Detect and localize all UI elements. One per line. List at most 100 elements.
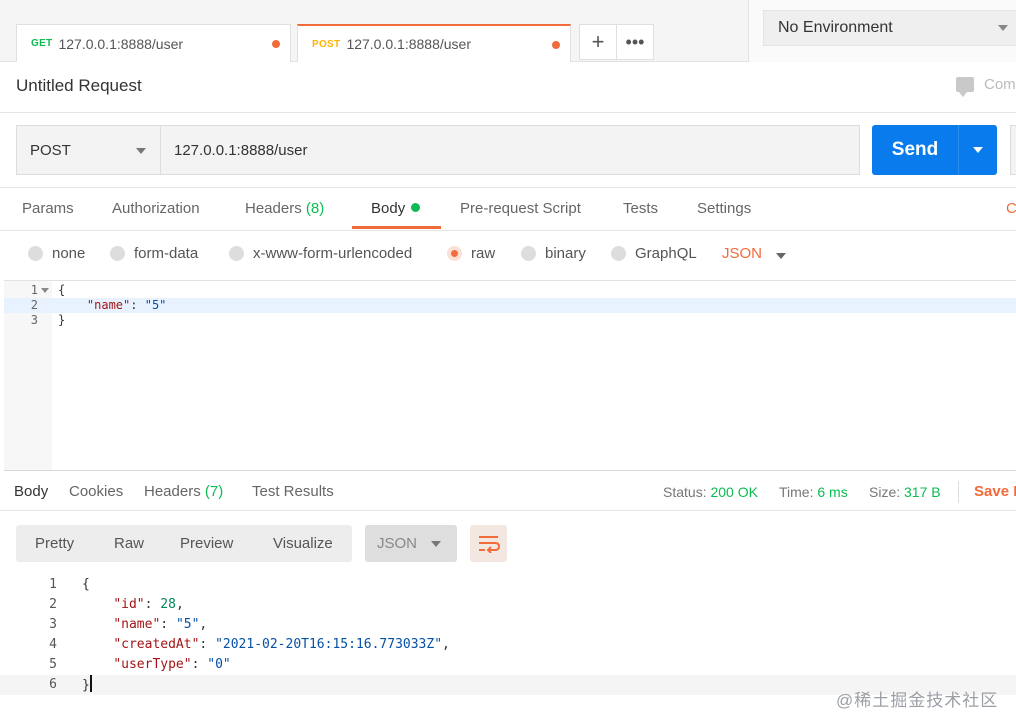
line-number: 3 — [49, 617, 57, 632]
tab-authorization[interactable]: Authorization — [112, 200, 200, 217]
json-brace: } — [82, 678, 90, 693]
tab-prerequest-script[interactable]: Pre-request Script — [460, 200, 581, 217]
more-tabs-button[interactable]: ••• — [616, 24, 654, 60]
code-line: 2 "name": "5" — [4, 298, 1016, 313]
tab-url: 127.0.0.1:8888/user — [346, 36, 471, 52]
view-preview[interactable]: Preview — [180, 535, 233, 552]
line-number: 2 — [30, 298, 38, 312]
radio-circle-icon — [229, 246, 244, 261]
time-meta[interactable]: Time: 6 ms — [779, 484, 848, 500]
comments-button[interactable]: Com — [956, 76, 1016, 97]
code-text: "name": "5" — [58, 298, 167, 313]
response-format-select[interactable]: JSON — [365, 525, 457, 562]
request-title[interactable]: Untitled Request — [16, 76, 142, 96]
wrap-lines-button[interactable] — [470, 525, 507, 562]
fold-arrow-icon[interactable] — [41, 288, 49, 293]
radio-circle-icon — [521, 246, 536, 261]
url-input[interactable] — [160, 125, 860, 175]
response-tab-test-results[interactable]: Test Results — [252, 483, 334, 500]
view-visualize[interactable]: Visualize — [273, 535, 333, 552]
size-value: 317 B — [904, 484, 941, 500]
body-format-select[interactable]: JSON — [722, 245, 762, 262]
line-number: 1 — [49, 577, 57, 592]
new-tab-button[interactable]: + — [579, 24, 617, 60]
method-label: POST — [30, 141, 71, 159]
environment-label: No Environment — [778, 19, 893, 36]
code-text: { — [82, 577, 90, 592]
send-button[interactable]: Send — [872, 125, 958, 175]
json-value: "2021-02-20T16:15:16.773033Z" — [215, 637, 443, 652]
chevron-down-icon — [431, 541, 441, 547]
status-meta[interactable]: Status: 200 OK — [663, 484, 758, 500]
response-tab-cookies[interactable]: Cookies — [69, 483, 123, 500]
save-response-button[interactable]: Save R — [974, 483, 1016, 500]
json-key: "name" — [86, 298, 131, 312]
code-text: "id": 28, — [113, 597, 184, 612]
time-label: Time: — [779, 484, 814, 500]
radio-circle-icon — [28, 246, 43, 261]
tab-body[interactable]: Body — [371, 200, 421, 217]
divider — [0, 112, 1016, 113]
radio-label: raw — [471, 245, 496, 262]
tab-params[interactable]: Params — [22, 200, 74, 217]
radio-graphql[interactable]: GraphQL — [611, 245, 697, 262]
radio-form-data[interactable]: form-data — [110, 245, 198, 262]
chevron-down-icon — [136, 148, 146, 154]
response-headers-count: (7) — [204, 483, 224, 500]
request-body-editor[interactable]: 1 { 2 "name": "5" 3 } — [4, 280, 1016, 470]
json-key: "userType" — [113, 657, 192, 672]
comments-label: Com — [984, 76, 1016, 93]
tab-get-user[interactable]: GET 127.0.0.1:8888/user — [16, 24, 291, 62]
size-meta[interactable]: Size: 317 B — [869, 484, 941, 500]
divider — [958, 481, 959, 503]
plus-icon: + — [591, 29, 605, 54]
code-line: 1 { — [4, 283, 1016, 298]
size-label: Size: — [869, 484, 901, 500]
request-tab-bar: GET 127.0.0.1:8888/user POST 127.0.0.1:8… — [0, 0, 748, 62]
response-headers-label: Headers — [144, 483, 201, 500]
chevron-down-icon[interactable] — [776, 253, 786, 259]
view-raw[interactable]: Raw — [114, 535, 144, 552]
radio-binary[interactable]: binary — [521, 245, 586, 262]
headers-count: (8) — [305, 200, 325, 217]
divider — [0, 230, 1016, 231]
environment-select[interactable]: No Environment — [763, 10, 1016, 46]
radio-label: x-www-form-urlencoded — [253, 245, 413, 262]
json-value: "5" — [144, 298, 167, 312]
json-key: "name" — [113, 617, 161, 632]
tab-post-user[interactable]: POST 127.0.0.1:8888/user — [297, 24, 571, 62]
code-line: 4 "createdAt": "2021-02-20T16:15:16.7730… — [0, 635, 1016, 655]
line-number: 2 — [49, 597, 57, 612]
radio-selected-icon — [447, 246, 462, 261]
cookies-link[interactable]: C — [1006, 200, 1016, 217]
line-number: 5 — [49, 657, 57, 672]
code-text: } — [82, 675, 92, 696]
radio-urlencoded[interactable]: x-www-form-urlencoded — [229, 245, 412, 262]
radio-raw[interactable]: raw — [447, 245, 495, 262]
tab-headers[interactable]: Headers (8) — [245, 200, 324, 217]
tab-settings[interactable]: Settings — [697, 200, 751, 217]
json-value: 28 — [160, 597, 176, 612]
code-text: } — [58, 313, 66, 327]
method-select[interactable]: POST — [16, 125, 161, 175]
response-tab-body[interactable]: Body — [14, 483, 48, 500]
tab-method: GET — [31, 38, 53, 49]
radio-circle-icon — [110, 246, 125, 261]
wrap-lines-icon — [479, 536, 500, 553]
response-view-tabs: Pretty Raw Preview Visualize — [16, 525, 352, 562]
tab-headers-label: Headers — [245, 200, 302, 217]
save-button[interactable] — [1010, 125, 1016, 175]
tab-tests[interactable]: Tests — [623, 200, 658, 217]
radio-label: GraphQL — [635, 245, 697, 262]
response-tab-headers[interactable]: Headers (7) — [144, 483, 223, 500]
send-options-button[interactable] — [958, 125, 997, 175]
text-cursor — [89, 675, 92, 692]
code-line: 3 "name": "5", — [0, 615, 1016, 635]
status-label: Status: — [663, 484, 707, 500]
line-number: 3 — [30, 313, 38, 327]
ellipsis-icon: ••• — [625, 31, 645, 52]
line-number: 4 — [49, 637, 57, 652]
view-pretty[interactable]: Pretty — [35, 535, 74, 552]
status-value: 200 OK — [710, 484, 758, 500]
radio-none[interactable]: none — [28, 245, 85, 262]
